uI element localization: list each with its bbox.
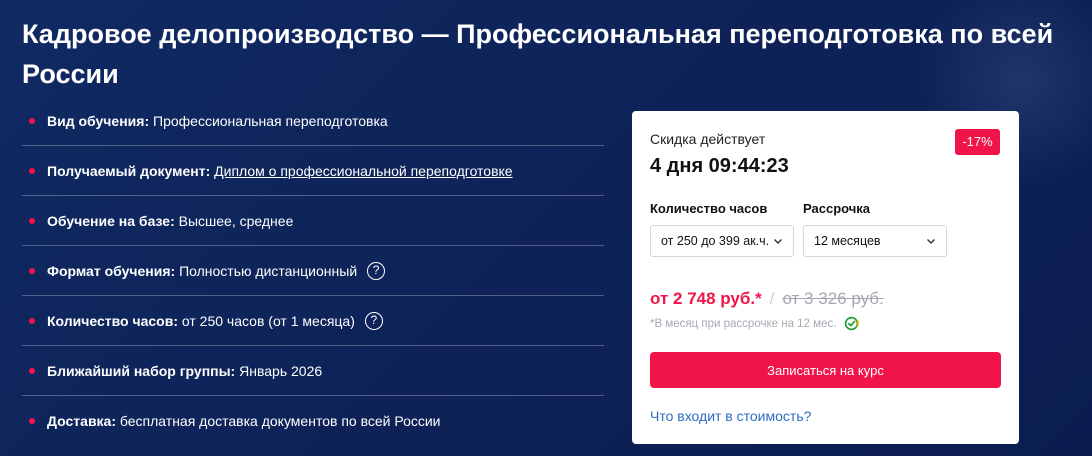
feature-study-type: Вид обучения: Профессиональная переподго…: [22, 96, 604, 146]
feature-value: Высшее, среднее: [178, 212, 294, 229]
feature-label: Количество часов:: [47, 312, 179, 329]
price-new: от 2 748 руб.*: [650, 289, 762, 308]
feature-value: бесплатная доставка документов по всей Р…: [119, 412, 441, 429]
hours-select-value: от 250 до 399 ак.ч.: [661, 234, 770, 248]
feature-value: Профессиональная переподготовка: [153, 112, 388, 129]
whats-included-link[interactable]: Что входит в стоимость?: [650, 408, 811, 424]
discount-label: Скидка действует: [650, 131, 766, 147]
installment-note-text: *В месяц при рассрочке на 12 мес.: [650, 317, 837, 330]
price-row: от 2 748 руб.* / от 3 326 руб.: [650, 289, 884, 309]
help-circle-icon[interactable]: ?: [367, 261, 386, 280]
feature-value: Январь 2026: [239, 362, 323, 379]
bullet-dot: [29, 167, 35, 174]
feature-hours: Количество часов: от 250 часов (от 1 мес…: [22, 296, 604, 346]
feature-base-education: Обучение на базе: Высшее, среднее: [22, 196, 604, 246]
bullet-dot: [29, 267, 35, 274]
bullet-dot: [29, 117, 35, 124]
feature-document: Получаемый документ: Диплом о профессион…: [22, 146, 604, 196]
feature-label: Обучение на базе:: [47, 212, 175, 229]
installment-note: *В месяц при рассрочке на 12 мес.: [650, 316, 860, 331]
installment-select-value: 12 месяцев: [814, 234, 881, 248]
discount-countdown: 4 дня 09:44:23: [650, 155, 789, 177]
chevron-down-icon: [927, 239, 935, 244]
help-circle-icon[interactable]: ?: [364, 311, 383, 330]
feature-next-group: Ближайший набор группы: Январь 2026: [22, 346, 604, 396]
page-title: Кадровое делопроизводство — Профессионал…: [22, 19, 1054, 89]
chevron-down-icon: [774, 239, 782, 244]
feature-label: Доставка:: [47, 412, 117, 429]
sber-check-icon: [845, 316, 860, 331]
bullet-dot: [29, 217, 35, 224]
price-separator: /: [769, 289, 775, 308]
feature-label: Формат обучения:: [47, 262, 176, 279]
hours-select-label: Количество часов: [650, 201, 768, 216]
bullet-dot: [29, 367, 35, 374]
bullet-dot: [29, 317, 35, 324]
feature-delivery: Доставка: бесплатная доставка документов…: [22, 396, 604, 445]
price-old: от 3 326 руб.: [782, 289, 884, 308]
course-features-list: Вид обучения: Профессиональная переподго…: [22, 96, 604, 445]
enroll-button[interactable]: Записаться на курс: [650, 352, 1001, 388]
pricing-card: Скидка действует 4 дня 09:44:23 -17% Кол…: [632, 111, 1019, 444]
hours-select[interactable]: от 250 до 399 ак.ч.: [650, 225, 794, 257]
feature-label: Вид обучения:: [47, 112, 150, 129]
bullet-dot: [29, 417, 35, 424]
feature-format: Формат обучения: Полностью дистанционный…: [22, 246, 604, 296]
feature-value: Полностью дистанционный: [179, 262, 358, 279]
installment-select[interactable]: 12 месяцев: [803, 225, 947, 257]
feature-label: Ближайший набор группы:: [47, 362, 236, 379]
installment-select-label: Рассрочка: [803, 201, 871, 216]
diploma-link[interactable]: Диплом о профессиональной переподготовке: [214, 163, 512, 179]
feature-value: от 250 часов (от 1 месяца): [181, 312, 355, 329]
discount-badge: -17%: [955, 129, 1000, 155]
feature-label: Получаемый документ:: [47, 162, 211, 179]
